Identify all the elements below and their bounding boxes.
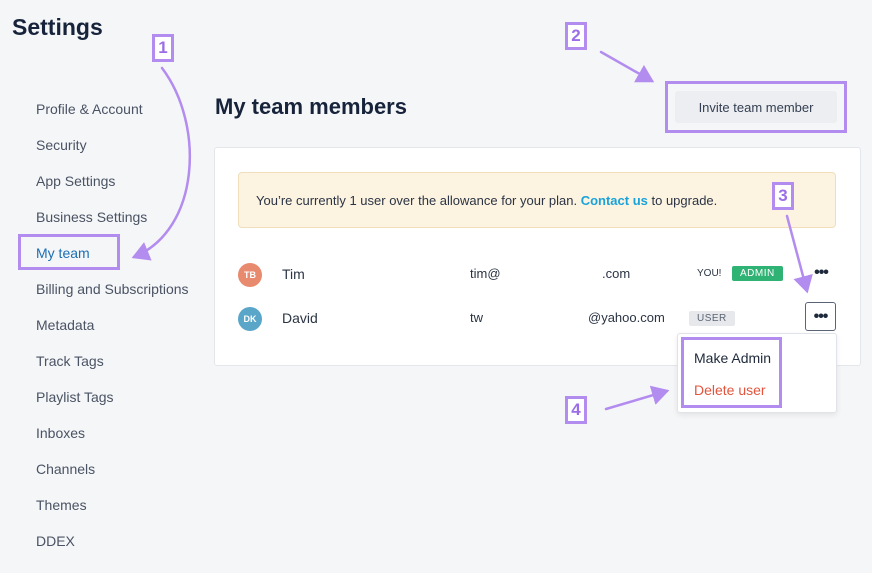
allowance-banner: You’re currently 1 user over the allowan… xyxy=(238,172,836,228)
member-email-domain: .com xyxy=(602,266,631,281)
invite-team-member-button[interactable]: Invite team member xyxy=(675,91,837,123)
banner-text: You’re currently 1 user over the allowan… xyxy=(256,193,581,208)
member-actions-menu: Make Admin Delete user xyxy=(677,333,837,413)
banner-text-end: to upgrade. xyxy=(647,193,718,208)
member-name: David xyxy=(282,310,318,326)
sidebar-item-channels[interactable]: Channels xyxy=(36,461,95,477)
sidebar-item-billing[interactable]: Billing and Subscriptions xyxy=(36,281,189,297)
member-email-domain: @yahoo.com xyxy=(588,310,665,325)
sidebar-item-themes[interactable]: Themes xyxy=(36,497,87,513)
avatar: DK xyxy=(238,307,262,331)
sidebar-item-track-tags[interactable]: Track Tags xyxy=(36,353,104,369)
member-menu-button-open[interactable]: ••• xyxy=(805,302,836,331)
page-title: My team members xyxy=(215,94,407,119)
sidebar-item-ddex[interactable]: DDEX xyxy=(36,533,75,549)
sidebar-item-inboxes[interactable]: Inboxes xyxy=(36,425,85,441)
sidebar-item-metadata[interactable]: Metadata xyxy=(36,317,94,333)
sidebar-item-profile-account[interactable]: Profile & Account xyxy=(36,101,143,117)
admin-badge: ADMIN xyxy=(732,266,783,281)
make-admin-item[interactable]: Make Admin xyxy=(694,350,771,366)
delete-user-item[interactable]: Delete user xyxy=(694,382,766,398)
sidebar-item-app-settings[interactable]: App Settings xyxy=(36,173,115,189)
sidebar-item-playlist-tags[interactable]: Playlist Tags xyxy=(36,389,114,405)
contact-us-link[interactable]: Contact us xyxy=(581,193,648,208)
member-email: tw xyxy=(470,310,483,325)
sidebar-item-business-settings[interactable]: Business Settings xyxy=(36,209,147,225)
user-badge: USER xyxy=(689,311,735,326)
member-menu-button[interactable]: ••• xyxy=(806,262,836,284)
callout-number-2: 2 xyxy=(565,22,587,50)
callout-number-3: 3 xyxy=(772,182,794,210)
sidebar-item-security[interactable]: Security xyxy=(36,137,87,153)
avatar: TB xyxy=(238,263,262,287)
sidebar: Profile & Account Security App Settings … xyxy=(0,0,205,573)
member-name: Tim xyxy=(282,266,305,282)
arrow-2 xyxy=(599,50,655,83)
sidebar-item-my-team[interactable]: My team xyxy=(36,245,90,261)
member-email: tim@ xyxy=(470,266,501,281)
callout-number-1: 1 xyxy=(152,34,174,62)
you-label: YOU! xyxy=(697,268,722,279)
arrow-4 xyxy=(604,385,670,411)
callout-number-4: 4 xyxy=(565,396,587,424)
